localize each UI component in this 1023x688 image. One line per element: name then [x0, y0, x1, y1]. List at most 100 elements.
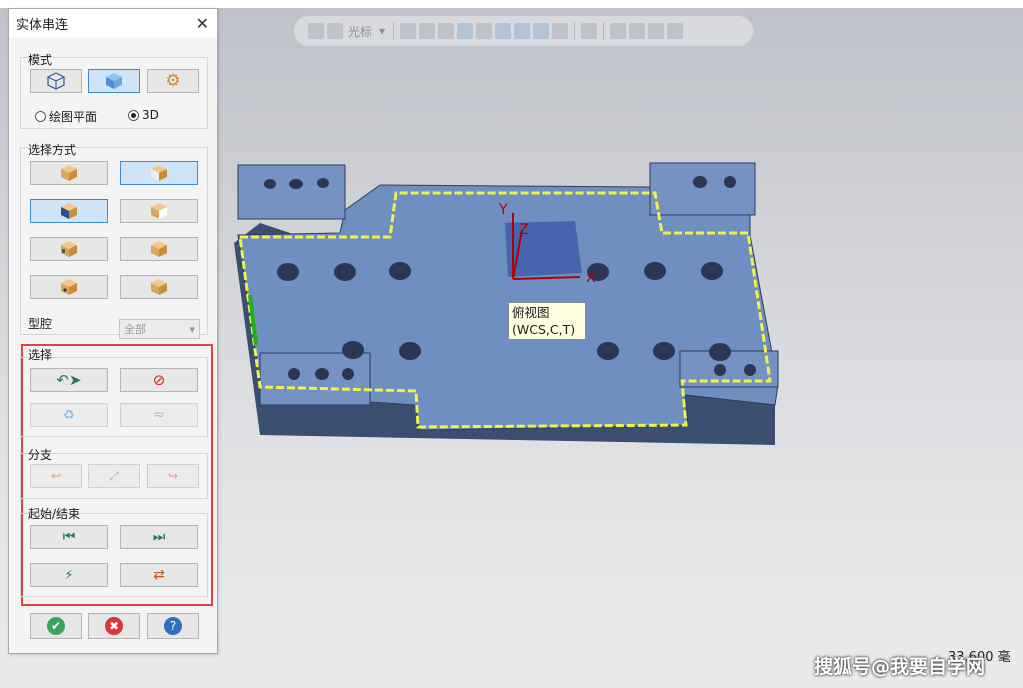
- clear-button[interactable]: ⊘: [120, 368, 198, 392]
- help-button[interactable]: ?: [147, 613, 199, 639]
- box-face-icon: [151, 165, 167, 181]
- point-icon[interactable]: [419, 23, 436, 39]
- branch-back-icon: ↩: [50, 469, 62, 483]
- axis-y-label: Y: [499, 202, 508, 218]
- box-partial-icon: [151, 203, 167, 219]
- radio-plane-label: 绘图平面: [49, 110, 98, 124]
- radio-3d[interactable]: 3D: [128, 108, 159, 122]
- dialog-title: 实体串连: [16, 17, 69, 33]
- wave-button[interactable]: ≈: [120, 403, 198, 427]
- recycle-icon: ♻: [63, 407, 75, 423]
- cancel-button[interactable]: ✖: [88, 613, 140, 639]
- arrow-icon[interactable]: [438, 23, 455, 39]
- solid-mode-button[interactable]: [88, 69, 140, 93]
- watermark: 搜狐号@我要自学网: [814, 656, 986, 678]
- cancel-icon: ✖: [105, 617, 123, 635]
- cavity-label: 型腔: [28, 317, 53, 331]
- cavity-value: 全部: [124, 323, 146, 336]
- box-loop-icon: [61, 203, 77, 219]
- wireframe-mode-button[interactable]: [30, 69, 82, 93]
- branch-forward-button[interactable]: ↪: [147, 464, 199, 488]
- close-icon[interactable]: ✕: [196, 14, 209, 33]
- select-all-button[interactable]: ♻: [30, 403, 108, 427]
- verify-icon[interactable]: [610, 23, 627, 39]
- mode-label: 模式: [28, 53, 53, 67]
- settings-button[interactable]: ⚙: [147, 69, 199, 93]
- method-hole-button[interactable]: [30, 275, 108, 299]
- radio-3d-label: 3D: [142, 108, 159, 122]
- view-tooltip: 俯视图 (WCS,C,T): [508, 302, 586, 340]
- cube-icon[interactable]: [457, 23, 474, 39]
- cursor-label[interactable]: 光标: [348, 23, 372, 40]
- method-feature-button[interactable]: [120, 237, 198, 261]
- body-icon[interactable]: [514, 23, 531, 39]
- boss-bottom-left: [259, 352, 371, 406]
- body-select-icon[interactable]: [533, 23, 550, 39]
- boss-top-right: [649, 162, 756, 216]
- undo-select-icon[interactable]: [667, 23, 684, 39]
- start-button[interactable]: ⏮: [30, 525, 108, 549]
- radio-plane[interactable]: 绘图平面: [35, 108, 97, 125]
- solid-face-icon[interactable]: [495, 23, 512, 39]
- box-feature-icon: [151, 241, 167, 257]
- branch-group-label: 分支: [28, 448, 53, 462]
- ok-button[interactable]: ✔: [30, 613, 82, 639]
- top-strip: [0, 0, 1023, 8]
- lock-icon[interactable]: [308, 23, 324, 39]
- axis-x-label: X: [586, 270, 596, 286]
- divider: [603, 22, 605, 40]
- reselect-button[interactable]: ↶➤: [30, 368, 108, 392]
- skip-end-icon: ⏭: [152, 529, 166, 545]
- chevron-down-icon: ▾: [189, 322, 195, 336]
- window-select-icon[interactable]: [581, 23, 598, 39]
- radio-3d-circle[interactable]: [128, 109, 139, 121]
- solid-icon[interactable]: [476, 23, 493, 39]
- branch-forward-icon: ↪: [167, 469, 179, 483]
- branch-back-button[interactable]: ↩: [30, 464, 82, 488]
- method-face-button[interactable]: [120, 161, 198, 185]
- method-partial-button[interactable]: [120, 199, 198, 223]
- divider: [574, 22, 576, 40]
- method-step-button[interactable]: [120, 275, 198, 299]
- filter-icon[interactable]: [552, 23, 569, 39]
- cavity-select[interactable]: 全部 ▾: [119, 319, 200, 339]
- end-button[interactable]: ⏭: [120, 525, 198, 549]
- gear-icon: ⚙: [165, 71, 181, 91]
- select-tool-icon[interactable]: [629, 23, 646, 39]
- help-icon: ?: [164, 617, 182, 635]
- box-step-icon: [151, 279, 167, 295]
- rotate-icon[interactable]: [648, 23, 665, 39]
- skip-start-icon: ⏮: [62, 529, 76, 545]
- reverse-button[interactable]: ⇄: [120, 563, 198, 587]
- solid-cube-icon: [106, 73, 122, 89]
- wave-icon: ≈: [153, 407, 165, 423]
- chain-dialog: 实体串连 ✕ 模式 ⚙ 绘图平面 3D 选择方式 型腔 全部 ▾ 选择 ↶➤ ⊘…: [8, 8, 218, 654]
- start-end-group-label: 起始/结束: [28, 507, 81, 521]
- divider: [393, 22, 395, 40]
- lightning-icon: ⚡: [64, 567, 74, 583]
- dynamic-start-end-button[interactable]: ⚡: [30, 563, 108, 587]
- box-hole-icon: [61, 279, 77, 295]
- select-group-label: 选择: [28, 348, 53, 362]
- method-loop-button[interactable]: [30, 199, 108, 223]
- wcs-plane: [505, 221, 582, 277]
- method-solid-button[interactable]: [30, 237, 108, 261]
- undo-cursor-icon: ↶➤: [56, 371, 82, 389]
- branch-split-icon: ⤢: [109, 468, 119, 483]
- view-name: 俯视图: [512, 305, 550, 320]
- box-solid-icon: [61, 241, 77, 257]
- radio-plane-circle[interactable]: [35, 111, 46, 122]
- boss-top-left: [237, 164, 346, 220]
- box-edge-icon: [61, 165, 77, 181]
- reverse-arrows-icon: ⇄: [153, 567, 165, 583]
- check-icon: ✔: [47, 617, 65, 635]
- branch-split-button[interactable]: ⤢: [88, 464, 140, 488]
- dropdown-arrow-icon[interactable]: ▾: [379, 24, 385, 38]
- axis-z-label: Z: [519, 222, 529, 238]
- xyz-icon[interactable]: [400, 23, 417, 39]
- floating-toolbar: 光标 ▾: [293, 15, 754, 47]
- selection-method-label: 选择方式: [28, 143, 77, 157]
- cursor-icon[interactable]: [327, 23, 343, 39]
- view-coords: (WCS,C,T): [512, 322, 576, 337]
- method-edge-button[interactable]: [30, 161, 108, 185]
